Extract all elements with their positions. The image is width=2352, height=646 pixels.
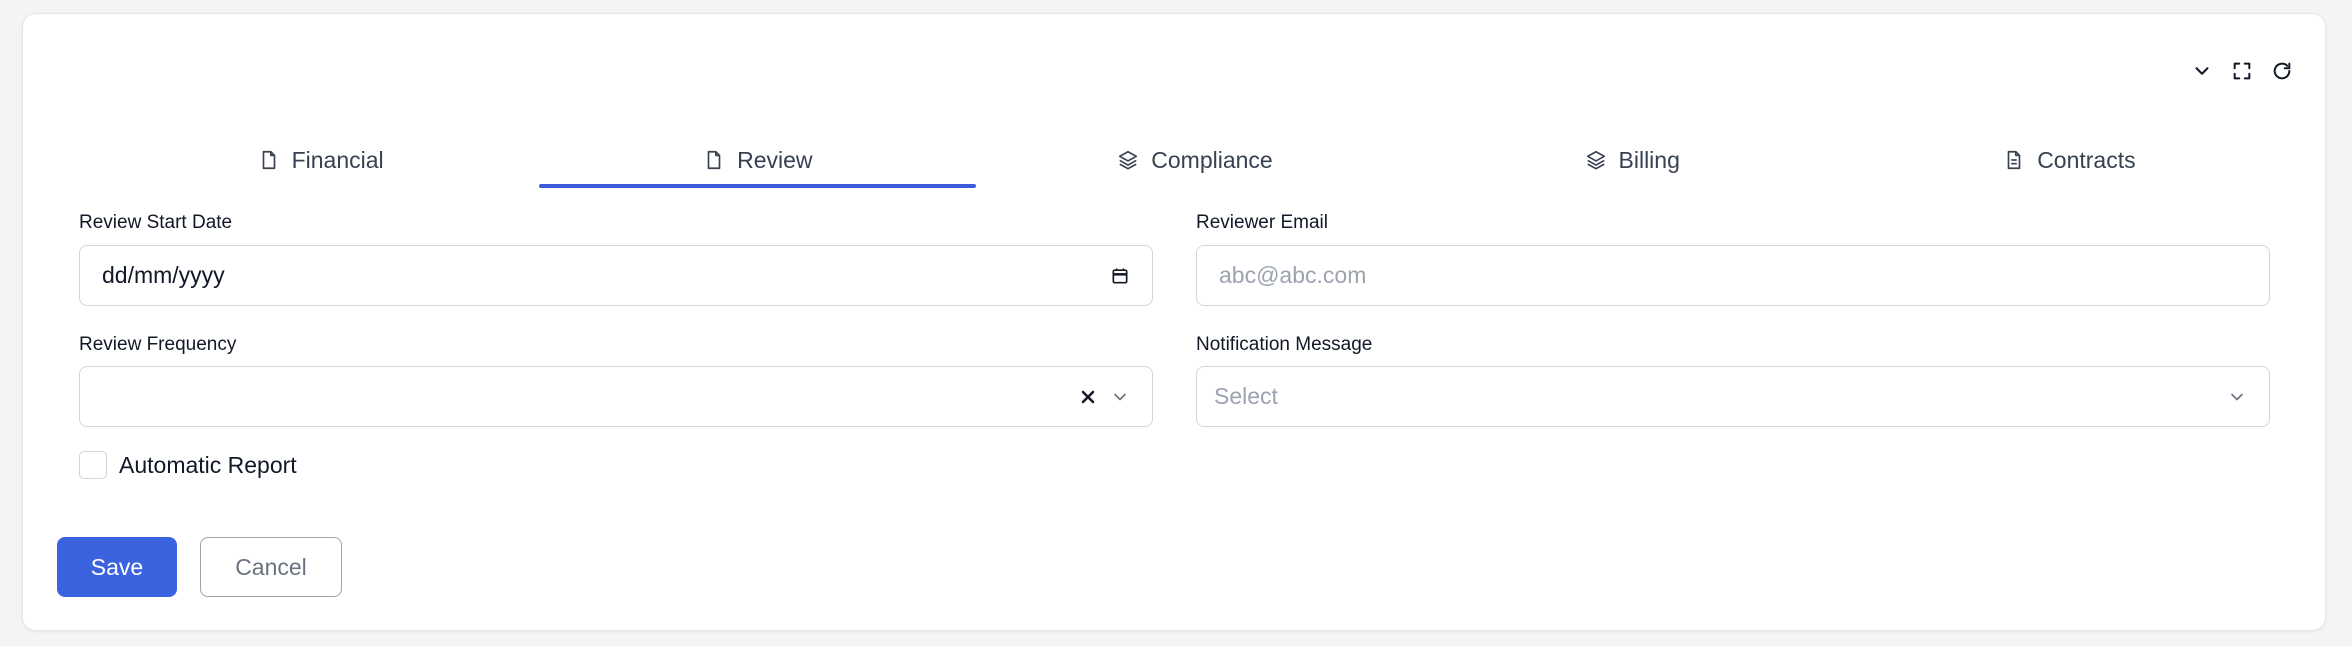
tab-label: Financial (291, 146, 384, 173)
chevron-down-icon[interactable] (1110, 387, 1130, 407)
fullscreen-button[interactable] (2229, 58, 2255, 84)
file-icon (707, 150, 721, 170)
file-icon (262, 150, 275, 170)
tab-compliance[interactable]: Compliance (976, 132, 1413, 188)
fullscreen-icon (2233, 62, 2251, 80)
chevron-down-icon[interactable] (2227, 387, 2247, 407)
tab-financial[interactable]: Financial (102, 132, 539, 188)
tab-label: Contracts (2037, 146, 2136, 173)
notification-message-label: Notification Message (1196, 334, 1373, 355)
refresh-button[interactable] (2269, 58, 2295, 84)
tab-contracts[interactable]: Contracts (1851, 132, 2288, 188)
review-start-date-label: Review Start Date (79, 212, 233, 233)
automatic-report-checkbox[interactable] (79, 451, 107, 479)
save-button[interactable]: Save (57, 537, 177, 597)
automatic-report-row: Automatic Report (79, 451, 297, 479)
review-start-date-input[interactable]: dd/mm/yyyy (79, 245, 1153, 306)
tab-bar: Financial Review Compliance Billing Cont… (102, 132, 2288, 188)
tab-label: Billing (1618, 146, 1680, 173)
notification-message-placeholder: Select (1214, 383, 1278, 409)
reviewer-email-placeholder: abc@abc.com (1219, 262, 1367, 288)
review-frequency-select[interactable] (79, 366, 1153, 427)
tab-label: Compliance (1151, 146, 1273, 173)
form-card: Financial Review Compliance Billing Cont… (22, 13, 2326, 631)
tab-billing[interactable]: Billing (1414, 132, 1851, 188)
file-text-icon (2007, 150, 2021, 170)
layers-icon (1119, 150, 1138, 170)
reviewer-email-label: Reviewer Email (1196, 212, 1328, 233)
tab-label: Review (737, 146, 813, 173)
calendar-icon[interactable] (1110, 266, 1130, 286)
clear-icon[interactable] (1078, 387, 1098, 407)
tab-review[interactable]: Review (539, 132, 977, 188)
chevron-down-icon (2195, 67, 2209, 75)
cancel-button[interactable]: Cancel (200, 537, 342, 597)
automatic-report-label[interactable]: Automatic Report (119, 452, 297, 479)
refresh-icon (2273, 62, 2291, 80)
layers-icon (1586, 150, 1605, 170)
review-start-date-value: dd/mm/yyyy (102, 262, 225, 288)
notification-message-select[interactable]: Select (1196, 366, 2270, 427)
collapse-button[interactable] (2189, 58, 2215, 84)
reviewer-email-input[interactable]: abc@abc.com (1196, 245, 2270, 306)
review-frequency-label: Review Frequency (79, 334, 237, 355)
card-toolbar (2189, 58, 2295, 84)
